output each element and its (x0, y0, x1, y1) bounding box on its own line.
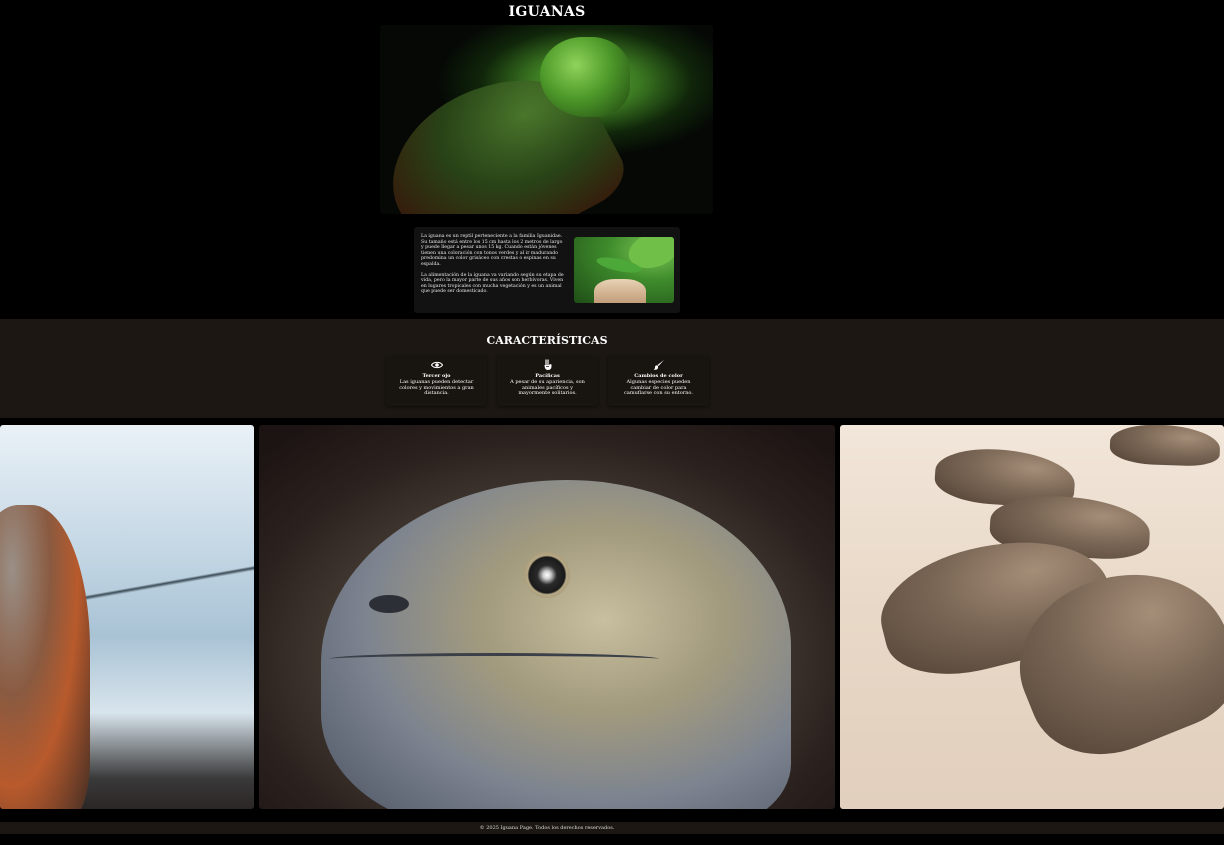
page-title: IGUANAS (508, 4, 586, 20)
gallery-photo-shore-iguana (0, 425, 254, 809)
gallery-photo-beach-iguanas (840, 425, 1224, 809)
hero-image (380, 25, 713, 214)
photo-gallery (0, 418, 1224, 822)
photo-iguana-mouth (329, 653, 659, 665)
intro-image (574, 237, 674, 303)
feature-card-pacificas: Pacíficas A pesar de su apariencia, son … (497, 356, 598, 406)
hero-iguana-head (540, 37, 630, 117)
feature-card-tercer-ojo: Tercer ojo Las iguanas pueden detectar c… (386, 356, 487, 406)
photo-iguana-5 (1109, 425, 1221, 467)
footer: © 2025 Iguana Page. Todos los derechos r… (0, 822, 1224, 834)
feature-card-cambios-de-color: Cambios de color Algunas especies pueden… (608, 356, 709, 406)
photo-iguana (0, 505, 90, 809)
paintbrush-icon (653, 360, 664, 370)
intro-text: La iguana es un reptil perteneciente a l… (421, 234, 566, 295)
photo-iguana-eye (524, 552, 570, 598)
intro-card: La iguana es un reptil perteneciente a l… (414, 227, 680, 313)
peace-hand-icon (544, 359, 551, 370)
feature-description: A pesar de su apariencia, son animales p… (510, 379, 585, 397)
photo-iguana-head (321, 480, 791, 809)
footer-copyright: © 2025 Iguana Page. Todos los derechos r… (479, 825, 615, 831)
eye-icon (430, 361, 443, 369)
intro-image-stump (594, 279, 646, 303)
intro-paragraph-2: La alimentación de la iguana va variando… (421, 272, 564, 295)
feature-description: Algunas especies pueden cambiar de color… (624, 379, 693, 397)
intro-paragraph-1: La iguana es un reptil perteneciente a l… (421, 234, 563, 267)
hero-section: IGUANAS La iguana es un reptil perteneci… (0, 0, 1224, 319)
photo-iguana-nostril (369, 595, 409, 613)
photo-waves (70, 565, 254, 605)
feature-description: Las iguanas pueden detectar colores y mo… (399, 379, 474, 397)
features-section: CARACTERÍSTICAS Tercer ojo Las iguanas p… (0, 319, 1224, 418)
gallery-photo-iguana-closeup (259, 425, 835, 809)
features-title: CARACTERÍSTICAS (486, 334, 608, 347)
